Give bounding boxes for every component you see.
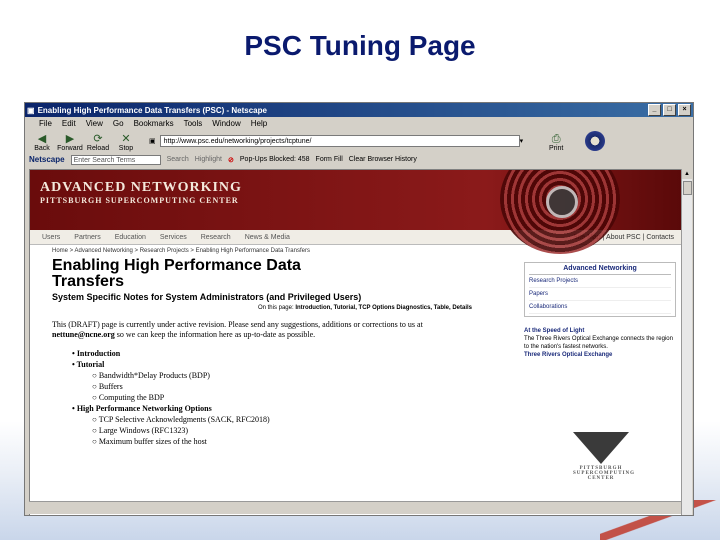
menu-go[interactable]: Go: [113, 119, 124, 128]
page-viewport: ADVANCED NETWORKING PITTSBURGH SUPERCOMP…: [29, 169, 683, 515]
reload-label: Reload: [86, 145, 110, 152]
slide-title: PSC Tuning Page: [244, 30, 476, 61]
stop-button[interactable]: ✕ Stop: [113, 130, 139, 153]
draft-notice-text: This (DRAFT) page is currently under act…: [52, 320, 423, 329]
menu-view[interactable]: View: [86, 119, 103, 128]
back-button[interactable]: ◀ Back: [29, 130, 55, 153]
netscape-throbber-icon: [585, 131, 606, 151]
sidebar-link-collaborations[interactable]: Collaborations: [529, 301, 671, 314]
sidebar-link-research[interactable]: Research Projects: [529, 275, 671, 288]
menu-help[interactable]: Help: [251, 119, 267, 128]
vertical-scrollbar[interactable]: ▲: [681, 169, 692, 515]
forward-label: Forward: [57, 145, 83, 152]
window-title: Enabling High Performance Data Transfers…: [37, 105, 267, 115]
breadcrumb[interactable]: Home > Advanced Networking > Research Pr…: [52, 248, 492, 254]
page-icon: ▣: [149, 138, 156, 145]
toc-item[interactable]: ○ Buffers: [72, 381, 492, 392]
menu-file[interactable]: File: [39, 119, 52, 128]
popups-blocked-button[interactable]: Pop-Ups Blocked: 458: [240, 156, 310, 163]
maximize-button[interactable]: □: [663, 104, 676, 116]
speed-text: The Three Rivers Optical Exchange connec…: [524, 336, 673, 350]
on-this-page-label: On this page:: [257, 305, 294, 311]
on-this-page-links[interactable]: Introduction, Tutorial, TCP Options Diag…: [295, 305, 472, 311]
banner-subtitle: PITTSBURGH SUPERCOMPUTING CENTER: [40, 196, 239, 205]
stop-label: Stop: [118, 145, 134, 152]
three-rivers-link[interactable]: Three Rivers Optical Exchange: [524, 351, 676, 359]
nav-users[interactable]: Users: [42, 234, 60, 241]
search-button[interactable]: Search: [167, 156, 189, 163]
draft-notice: This (DRAFT) page is currently under act…: [52, 320, 452, 340]
search-input[interactable]: Enter Search Terms: [70, 154, 161, 165]
print-label: Print: [548, 145, 564, 152]
page-subheading: System Specific Notes for System Adminis…: [52, 292, 362, 302]
menu-tools[interactable]: Tools: [184, 119, 203, 128]
scroll-up-icon[interactable]: ▲: [682, 169, 692, 179]
menu-bar: File Edit View Go Bookmarks Tools Window…: [25, 117, 693, 129]
toc-item[interactable]: ○ Computing the BDP: [72, 392, 492, 403]
draft-notice-text-end: so we can keep the information here as u…: [114, 330, 316, 339]
sidebar-heading: Advanced Networking: [529, 265, 671, 275]
toc-item[interactable]: ○ TCP Selective Acknowledgments (SACK, R…: [72, 414, 492, 425]
minimize-button[interactable]: _: [648, 104, 661, 116]
forward-arrow-icon: ▶: [65, 133, 75, 145]
rings-core: [546, 186, 578, 218]
toc-item[interactable]: ○ Maximum buffer sizes of the host: [72, 436, 492, 447]
menu-edit[interactable]: Edit: [62, 119, 76, 128]
toc-item[interactable]: ○ Large Windows (RFC1323): [72, 425, 492, 436]
sidebar-link-papers[interactable]: Papers: [529, 288, 671, 301]
url-field[interactable]: http://www.psc.edu/networking/projects/t…: [159, 135, 520, 147]
psc-logo: PITTSBURGH SUPERCOMPUTING CENTER: [573, 432, 636, 512]
print-button[interactable]: ⎙ Print: [543, 130, 569, 153]
url-dropdown-icon[interactable]: ▾: [520, 137, 524, 145]
psc-logo-text: PITTSBURGH SUPERCOMPUTING CENTER: [573, 466, 636, 481]
right-sidebar: Advanced Networking Research Projects Pa…: [524, 262, 676, 359]
menu-window[interactable]: Window: [212, 119, 240, 128]
back-arrow-icon: ◀: [37, 133, 47, 145]
psc-triangle-icon: [573, 432, 629, 464]
printer-icon: ⎙: [551, 133, 561, 145]
stop-icon: ✕: [121, 133, 131, 145]
form-fill-button[interactable]: Form Fill: [316, 156, 343, 163]
browser-window: ▣ Enabling High Performance Data Transfe…: [24, 102, 694, 516]
search-toolbar: Netscape Enter Search Terms Search Highl…: [25, 153, 693, 166]
toc-item[interactable]: • Introduction: [72, 348, 492, 359]
popup-blocked-icon: ⊘: [228, 156, 234, 164]
highlight-button[interactable]: Highlight: [195, 156, 222, 163]
address-bar: ▣ http://www.psc.edu/networking/projects…: [149, 135, 527, 147]
contact-email-link[interactable]: nettune@ncne.org: [52, 330, 115, 339]
close-button[interactable]: ×: [678, 104, 691, 116]
toc-item[interactable]: • Tutorial: [72, 359, 492, 370]
on-this-page: On this page: Introduction, Tutorial, TC…: [52, 304, 492, 312]
nav-services[interactable]: Services: [160, 234, 187, 241]
speed-heading: At the Speed of Light: [524, 328, 585, 334]
reload-icon: ⟳: [93, 133, 103, 145]
menu-bookmarks[interactable]: Bookmarks: [134, 119, 174, 128]
page-heading: Enabling High Performance Data Transfers: [52, 257, 301, 290]
nav-partners[interactable]: Partners: [74, 234, 100, 241]
netscape-menu-button[interactable]: Netscape: [29, 155, 65, 164]
nav-research[interactable]: Research: [201, 234, 231, 241]
toc-item[interactable]: • High Performance Networking Options: [72, 403, 492, 414]
window-titlebar: ▣ Enabling High Performance Data Transfe…: [25, 103, 693, 117]
table-of-contents: • Introduction • Tutorial ○ Bandwidth*De…: [52, 348, 492, 447]
forward-button[interactable]: ▶ Forward: [57, 130, 83, 153]
reload-button[interactable]: ⟳ Reload: [85, 130, 111, 153]
nav-news[interactable]: News & Media: [245, 234, 290, 241]
speed-of-light-blurb: At the Speed of Light The Three Rivers O…: [524, 327, 676, 359]
app-icon: ▣: [27, 105, 35, 115]
site-banner: ADVANCED NETWORKING PITTSBURGH SUPERCOMP…: [30, 170, 682, 254]
main-content: Home > Advanced Networking > Research Pr…: [52, 248, 492, 447]
nav-education[interactable]: Education: [115, 234, 146, 241]
banner-title: ADVANCED NETWORKING: [40, 180, 242, 195]
status-bar: [29, 501, 681, 514]
scroll-thumb[interactable]: [683, 181, 692, 195]
navigation-toolbar: ◀ Back ▶ Forward ⟳ Reload ✕ Stop ▣ http:…: [25, 129, 693, 153]
toc-item[interactable]: ○ Bandwidth*Delay Products (BDP): [72, 370, 492, 381]
back-label: Back: [34, 145, 50, 152]
clear-history-button[interactable]: Clear Browser History: [349, 156, 417, 163]
sidebar-menu: Advanced Networking Research Projects Pa…: [524, 262, 676, 317]
